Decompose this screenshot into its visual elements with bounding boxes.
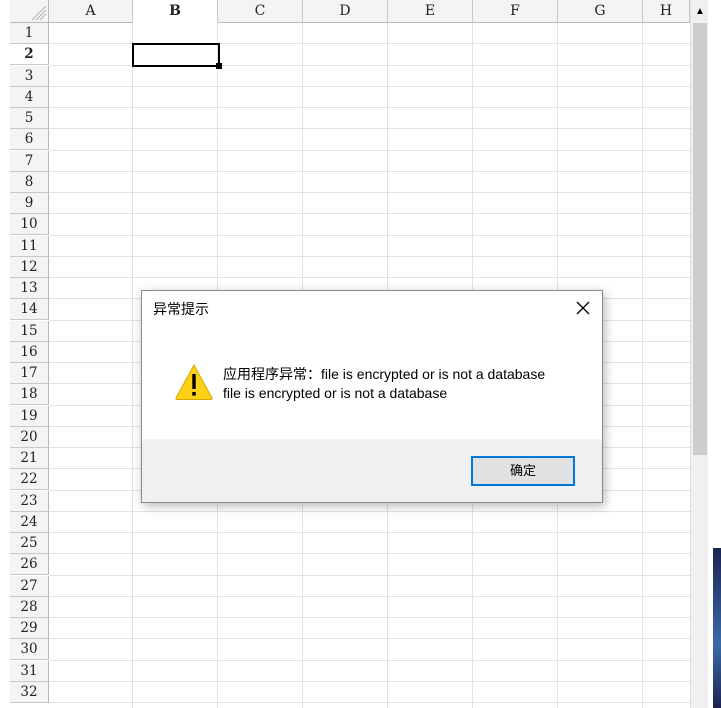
grid-row-line <box>49 553 690 555</box>
row-header-25[interactable]: 25 <box>10 533 49 554</box>
vertical-scrollbar[interactable]: ▲ <box>690 0 709 708</box>
fill-handle[interactable] <box>216 63 222 69</box>
scroll-up-arrow-icon[interactable]: ▲ <box>691 0 709 22</box>
row-header-18[interactable]: 18 <box>10 384 49 406</box>
row-header-14[interactable]: 14 <box>10 299 49 321</box>
dialog-title: 异常提示 <box>153 301 209 317</box>
row-header-32[interactable]: 32 <box>10 681 49 703</box>
row-header-11[interactable]: 11 <box>10 235 49 257</box>
dialog-footer: 确定 <box>142 439 602 502</box>
row-header-28[interactable]: 28 <box>10 596 49 618</box>
grid-row-line <box>49 85 690 87</box>
grid-row-line <box>49 107 690 108</box>
grid-row-line <box>49 702 690 703</box>
grid-row-line <box>49 680 690 682</box>
row-header-30[interactable]: 30 <box>10 639 49 661</box>
row-header-5[interactable]: 5 <box>10 108 49 129</box>
row-header-27[interactable]: 27 <box>10 575 49 597</box>
grid-row-line <box>49 255 690 257</box>
grid-row-line <box>49 192 690 193</box>
grid-row-line <box>49 277 690 278</box>
column-header-c[interactable]: C <box>218 0 303 23</box>
grid-row-line <box>49 510 690 512</box>
grid-row-line <box>49 149 690 151</box>
exception-dialog: 异常提示 应用程序异常：file is encrypted or is not … <box>141 290 603 503</box>
select-all-corner[interactable] <box>10 0 49 23</box>
column-header-h[interactable]: H <box>643 0 690 23</box>
column-header-e[interactable]: E <box>388 0 473 23</box>
column-header-b[interactable]: B <box>133 0 218 23</box>
ok-button[interactable]: 确定 <box>471 456 575 486</box>
row-header-9[interactable]: 9 <box>10 193 49 214</box>
row-header-23[interactable]: 23 <box>10 490 49 512</box>
row-header-3[interactable]: 3 <box>10 65 49 87</box>
grid-row-line <box>49 659 690 661</box>
row-header-10[interactable]: 10 <box>10 214 49 236</box>
row-header-22[interactable]: 22 <box>10 469 49 491</box>
row-header-16[interactable]: 16 <box>10 341 49 363</box>
column-header-a[interactable]: A <box>49 0 133 23</box>
row-header-31[interactable]: 31 <box>10 660 49 682</box>
row-header-21[interactable]: 21 <box>10 448 49 469</box>
row-header-20[interactable]: 20 <box>10 426 49 448</box>
row-header-7[interactable]: 7 <box>10 150 49 172</box>
corner-triangle-icon <box>32 6 46 20</box>
dialog-body: 应用程序异常：file is encrypted or is not a dat… <box>142 327 602 439</box>
selected-cell-b2[interactable] <box>132 43 220 67</box>
grid-column-line <box>642 23 643 708</box>
row-header-8[interactable]: 8 <box>10 171 49 193</box>
grid-row-line <box>49 128 690 130</box>
grid-row-line <box>49 234 690 236</box>
row-header-4[interactable]: 4 <box>10 86 49 108</box>
row-header-12[interactable]: 12 <box>10 256 49 278</box>
error-message-line-2: file is encrypted or is not a database <box>223 385 448 401</box>
row-header-6[interactable]: 6 <box>10 129 49 151</box>
close-icon[interactable] <box>574 299 592 317</box>
row-header-17[interactable]: 17 <box>10 363 49 384</box>
grid-row-line <box>49 595 690 597</box>
scroll-thumb[interactable] <box>693 23 707 455</box>
column-header-g[interactable]: G <box>558 0 643 23</box>
grid-row-line <box>49 170 690 172</box>
grid-column-line <box>132 23 133 708</box>
grid-row-line <box>49 638 690 640</box>
column-header-f[interactable]: F <box>473 0 558 23</box>
row-header-2[interactable]: 2 <box>10 44 49 66</box>
row-header-24[interactable]: 24 <box>10 511 49 533</box>
background-window-image <box>713 548 721 708</box>
ok-button-label: 确定 <box>509 463 536 478</box>
grid-row-line <box>49 532 690 533</box>
column-header-d[interactable]: D <box>303 0 388 23</box>
row-header-19[interactable]: 19 <box>10 405 49 427</box>
grid-row-line <box>49 617 690 618</box>
row-header-15[interactable]: 15 <box>10 320 49 342</box>
row-header-29[interactable]: 29 <box>10 618 49 639</box>
row-header-26[interactable]: 26 <box>10 554 49 576</box>
grid-row-line <box>49 574 690 576</box>
warning-icon <box>174 363 214 406</box>
left-window-edge <box>0 0 10 708</box>
row-header-13[interactable]: 13 <box>10 278 49 299</box>
error-message-line-1: 应用程序异常：file is encrypted or is not a dat… <box>223 366 546 382</box>
row-header-1[interactable]: 1 <box>10 23 49 44</box>
grid-row-line <box>49 213 690 215</box>
error-message: 应用程序异常：file is encrypted or is not a dat… <box>223 365 545 403</box>
